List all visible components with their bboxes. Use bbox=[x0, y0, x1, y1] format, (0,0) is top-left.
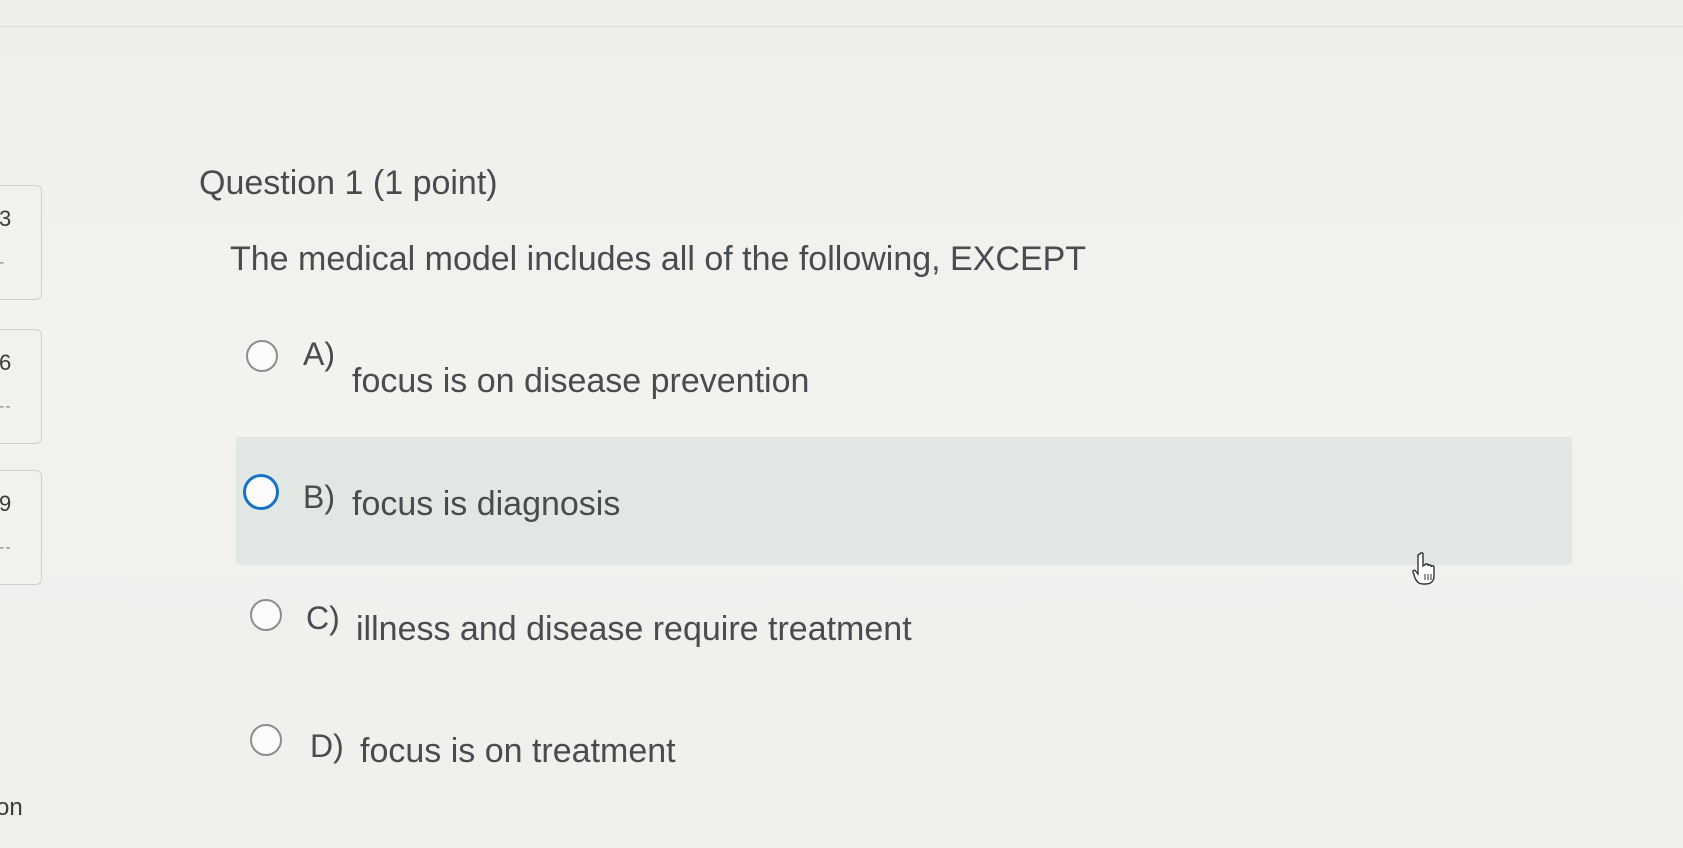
answer-option-c[interactable]: C) illness and disease require treatment bbox=[236, 578, 1572, 702]
hand-pointer-icon bbox=[1412, 552, 1435, 585]
answer-option-d[interactable]: D) focus is on treatment bbox=[236, 704, 1572, 828]
question-title: Question 1 (1 point) bbox=[199, 164, 498, 202]
radio-button[interactable] bbox=[250, 599, 282, 631]
option-text: focus is on disease prevention bbox=[352, 362, 810, 400]
nav-question-status: -- bbox=[0, 398, 12, 415]
option-letter: A) bbox=[303, 336, 335, 372]
radio-button[interactable] bbox=[243, 474, 279, 510]
option-letter: D) bbox=[310, 728, 344, 764]
nav-question-card[interactable]: 6 -- bbox=[0, 329, 42, 444]
nav-question-status: - bbox=[0, 254, 5, 272]
option-letter: B) bbox=[303, 479, 335, 515]
answer-option-a[interactable]: A) focus is on disease prevention bbox=[236, 314, 1572, 438]
radio-button[interactable] bbox=[250, 724, 282, 756]
option-text: focus is diagnosis bbox=[352, 485, 621, 523]
option-letter: C) bbox=[306, 600, 340, 636]
radio-button[interactable] bbox=[246, 340, 278, 372]
option-text: focus is on treatment bbox=[360, 732, 676, 770]
nav-partial-label: on bbox=[0, 794, 23, 821]
option-text: illness and disease require treatment bbox=[356, 610, 912, 648]
nav-question-number: 3 bbox=[0, 206, 12, 231]
nav-question-number: 6 bbox=[0, 350, 12, 375]
question-navigation-panel: 3 - 6 -- 9 -- on bbox=[0, 0, 60, 848]
answer-option-b[interactable]: B) focus is diagnosis bbox=[236, 437, 1572, 565]
nav-question-card[interactable]: 9 -- bbox=[0, 470, 42, 585]
nav-question-card[interactable]: 3 - bbox=[0, 185, 42, 300]
nav-question-number: 9 bbox=[0, 491, 12, 516]
nav-question-status: -- bbox=[0, 539, 12, 556]
question-prompt: The medical model includes all of the fo… bbox=[230, 240, 1087, 278]
top-divider bbox=[0, 26, 1683, 27]
